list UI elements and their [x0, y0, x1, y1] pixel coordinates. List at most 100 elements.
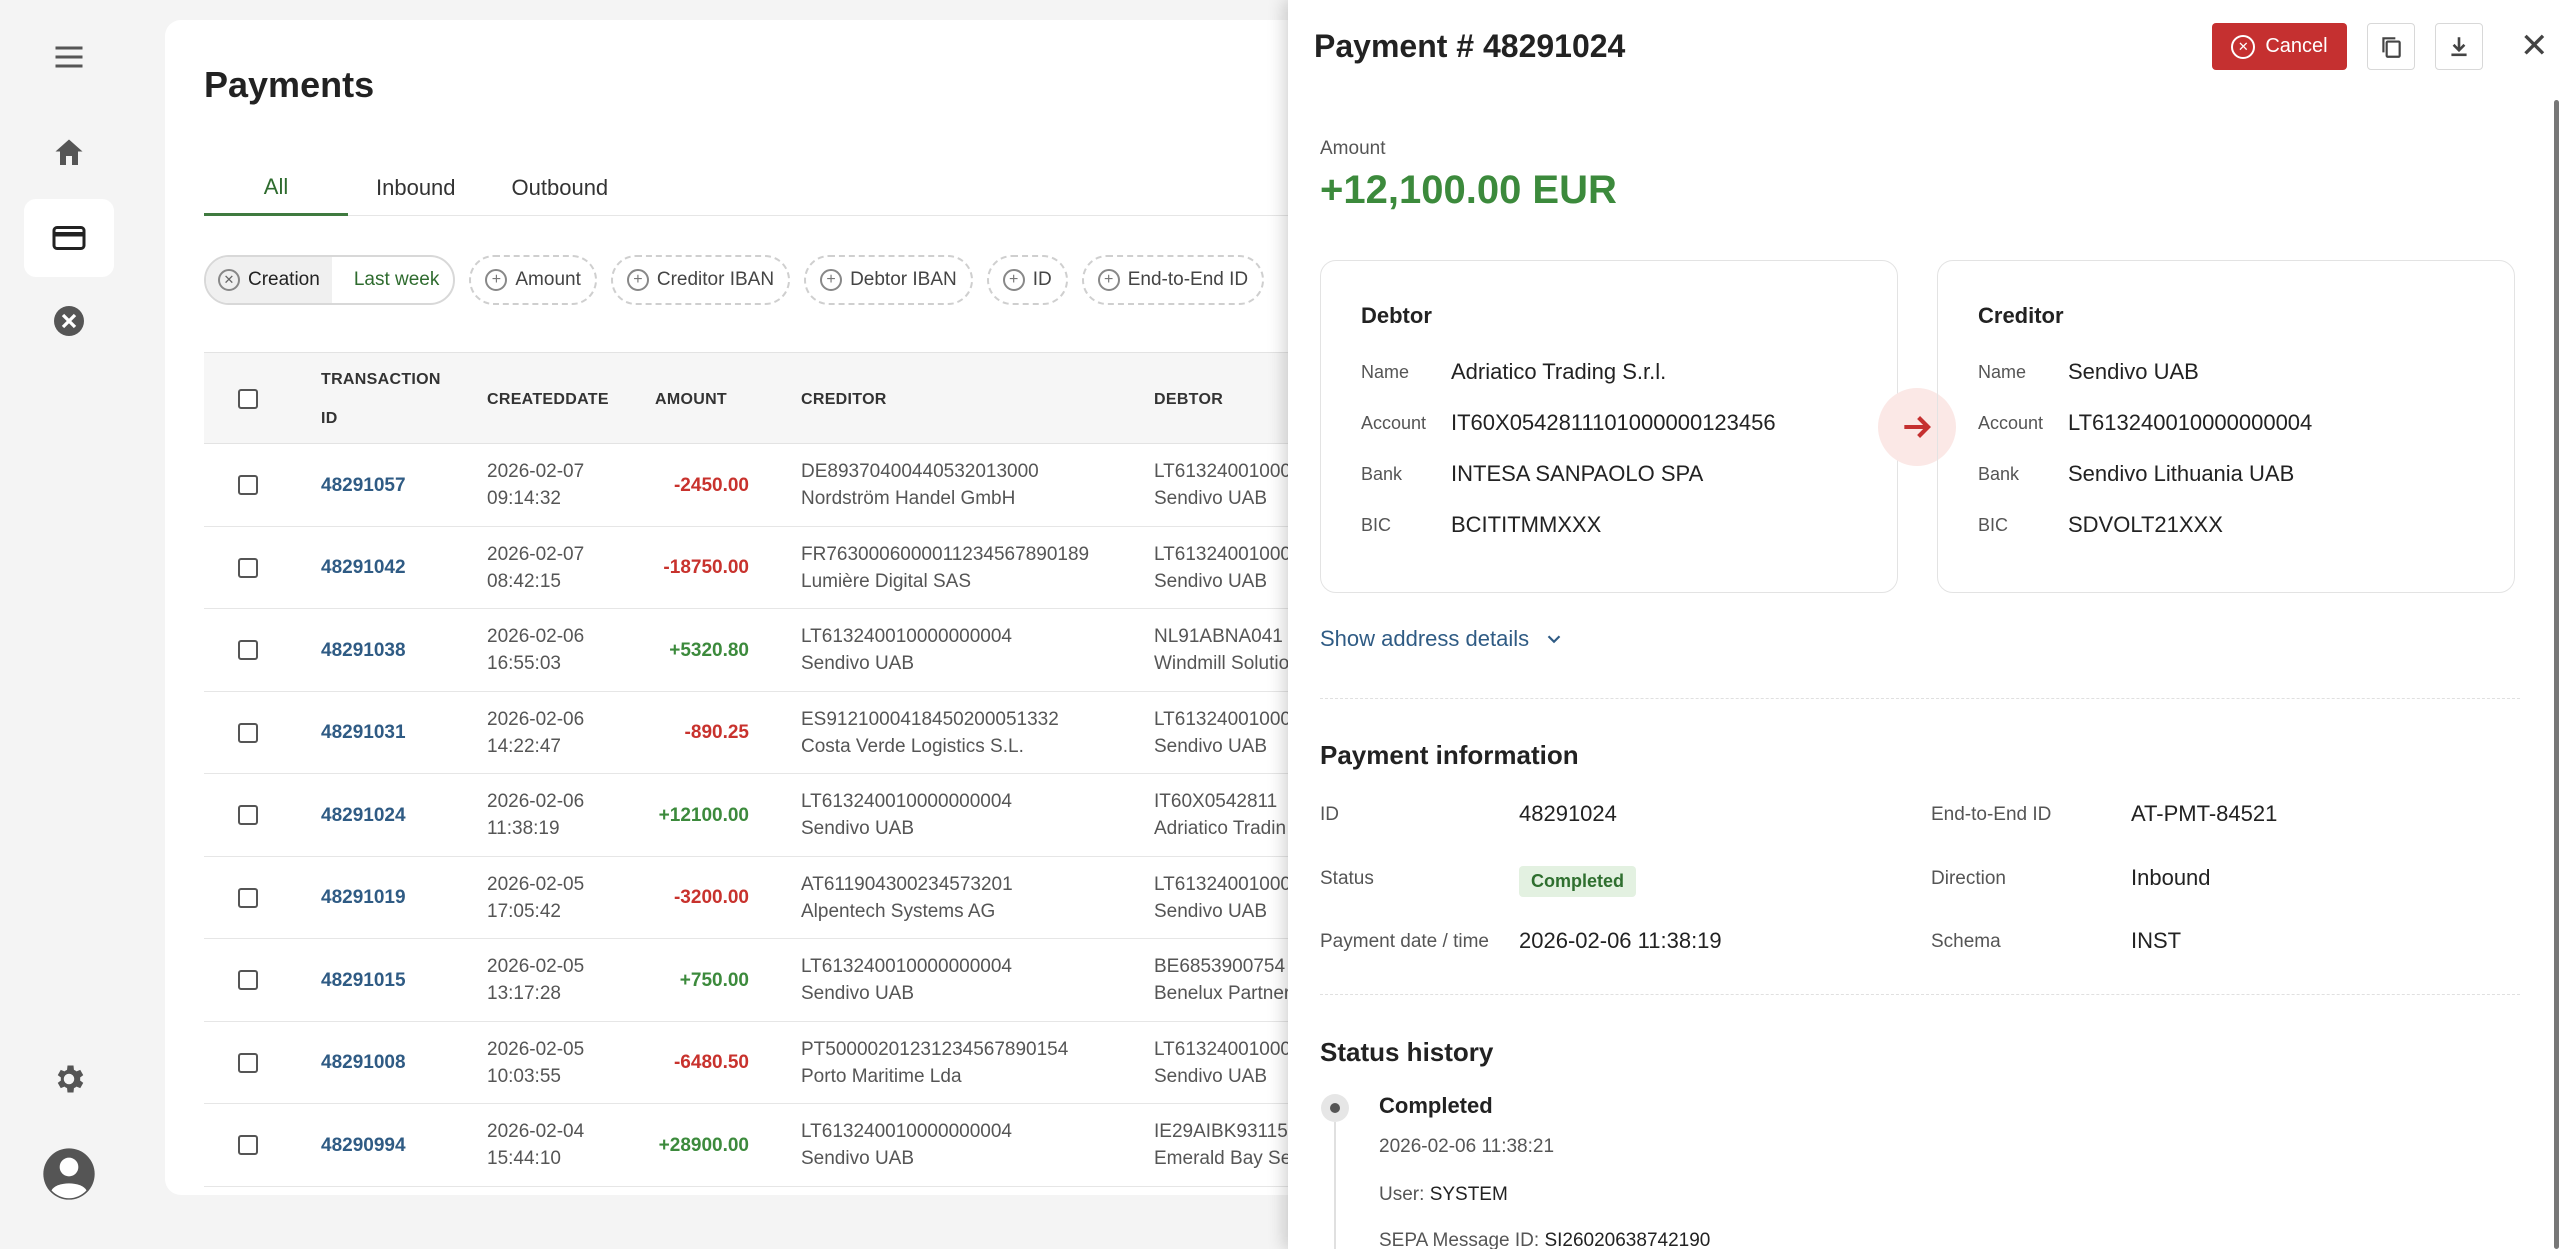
transaction-id-link[interactable]: 48291015	[321, 939, 406, 1021]
row-checkbox[interactable]	[238, 1135, 258, 1155]
debtor-account: IT60X0542811101000000123456	[1451, 410, 1776, 435]
remove-filter-icon[interactable]: ✕	[218, 269, 240, 291]
col-debtor[interactable]: DEBTOR	[1154, 353, 1223, 445]
table-row[interactable]: 48291008 2026-02-05 10:03:55 -6480.50 PT5000…	[204, 1022, 1365, 1104]
transaction-id-link[interactable]: 48291019	[321, 857, 406, 939]
page-title: Payments	[204, 64, 375, 105]
amount-cell: +28900.00	[658, 1134, 749, 1156]
payments-card: Payments All Inbound Outbound ✕ Creation …	[165, 20, 1365, 1195]
add-filter-debtor-iban[interactable]: + Debtor IBAN	[804, 255, 973, 305]
history-status: Completed	[1379, 1093, 1493, 1118]
home-icon[interactable]	[24, 114, 114, 192]
transaction-id-link[interactable]: 48291042	[321, 527, 406, 609]
table-row[interactable]: 48291024 2026-02-06 11:38:19 +12100.00 LT613…	[204, 774, 1365, 857]
transaction-id-link[interactable]: 48291057	[321, 444, 406, 526]
end-to-end-id: AT-PMT-84521	[2131, 801, 2278, 826]
row-checkbox[interactable]	[238, 722, 258, 743]
transaction-id-link[interactable]: 48291024	[321, 774, 406, 856]
debtor-cell: NL91ABNA041 Windmill Solutio	[1154, 626, 1290, 674]
plus-icon: +	[485, 269, 508, 291]
col-amount[interactable]: AMOUNT	[655, 353, 727, 445]
download-icon	[2451, 36, 2467, 56]
download-button[interactable]	[2435, 23, 2483, 70]
filter-bar: ✕ Creation Last week + Amount + Creditor IB…	[204, 255, 1265, 305]
plus-icon: +	[1097, 269, 1120, 291]
table-row[interactable]: 48290994 2026-02-04 15:44:10 +28900.00 LT613…	[204, 1104, 1365, 1187]
debtor-cell: LT61324001000 Sendivo UAB	[1154, 1038, 1291, 1087]
debtor-name: Adriatico Trading S.r.l.	[1451, 359, 1667, 384]
col-transaction-id[interactable]: TRANSACTION ID	[321, 353, 441, 445]
credit-card-icon[interactable]	[24, 199, 114, 277]
add-filter-creditor-iban[interactable]: + Creditor IBAN	[610, 255, 791, 305]
transaction-id-link[interactable]: 48290994	[321, 1104, 406, 1186]
gear-icon[interactable]	[24, 1040, 114, 1118]
copy-button[interactable]	[2367, 23, 2415, 70]
row-checkbox[interactable]	[238, 640, 258, 660]
transaction-id-link[interactable]: 48291038	[321, 609, 406, 691]
payment-detail-panel: Payment # 48291024 ✕ Cancel ✕ Amount +12…	[1288, 0, 2560, 1249]
history-sepa-id: SEPA Message ID: SI26020638742190	[1379, 1230, 1711, 1249]
close-icon[interactable]: ✕	[2520, 28, 2549, 64]
debtor-cell: BE6853900754 Benelux Partner	[1154, 956, 1291, 1004]
creditor-cell: PT50000201231234567890154 Porto Maritime …	[801, 1038, 1069, 1087]
panel-title: Payment # 48291024	[1314, 28, 1626, 64]
status-history-title: Status history	[1320, 1037, 1494, 1067]
cancel-circle-icon[interactable]	[24, 282, 114, 360]
amount-label: Amount	[1320, 138, 1386, 159]
select-all-checkbox[interactable]	[238, 389, 258, 409]
amount-cell: +12100.00	[658, 804, 749, 826]
divider	[1320, 994, 2520, 995]
transaction-id-link[interactable]: 48291031	[321, 692, 406, 774]
col-creditor[interactable]: CREDITOR	[801, 353, 887, 445]
table-row[interactable]: 48291031 2026-02-06 14:22:47 -890.25 ES91210…	[204, 692, 1365, 774]
divider	[1320, 698, 2520, 699]
payment-id: 48291024	[1519, 801, 1617, 826]
timeline-line	[1334, 1122, 1336, 1249]
creditor-title: Creditor	[1978, 303, 2064, 328]
plus-icon: +	[626, 269, 649, 291]
tab-bar: All Inbound Outbound	[204, 160, 1365, 216]
tab-inbound[interactable]: Inbound	[348, 160, 484, 216]
table-row[interactable]: 48291057 2026-02-07 09:14:32 -2450.00 DE8937…	[204, 444, 1365, 527]
scrollbar[interactable]	[2554, 100, 2559, 1249]
show-address-details-link[interactable]: Show address details	[1320, 626, 1565, 652]
debtor-title: Debtor	[1361, 303, 1432, 328]
cancel-circle-icon: ✕	[2231, 34, 2256, 59]
schema-value: INST	[2131, 928, 2182, 953]
add-filter-e2e-id[interactable]: + End-to-End ID	[1081, 255, 1265, 305]
created-date-cell: 2026-02-05 17:05:42	[487, 873, 585, 922]
table-row[interactable]: 48291038 2026-02-06 16:55:03 +5320.80 LT6132…	[204, 609, 1365, 692]
tab-all[interactable]: All	[204, 160, 348, 216]
tab-outbound[interactable]: Outbound	[484, 160, 637, 216]
chevron-down-icon	[1547, 635, 1561, 644]
table-row[interactable]: 48291019 2026-02-05 17:05:42 -3200.00 AT6119…	[204, 857, 1365, 939]
row-checkbox[interactable]	[238, 805, 258, 825]
debtor-cell: LT61324001000 Sendivo UAB	[1154, 461, 1291, 509]
col-created-date[interactable]: CREATEDDATE	[487, 353, 609, 445]
transaction-id-link[interactable]: 48291008	[321, 1022, 406, 1104]
amount-cell: -3200.00	[673, 887, 749, 908]
row-checkbox[interactable]	[238, 1052, 258, 1073]
cancel-payment-button[interactable]: ✕ Cancel	[2212, 23, 2347, 70]
direction-value: Inbound	[2131, 865, 2211, 890]
add-filter-amount[interactable]: + Amount	[469, 255, 597, 305]
copy-icon	[2382, 36, 2401, 58]
history-user: User: SYSTEM	[1379, 1184, 1508, 1205]
amount-cell: +750.00	[679, 969, 749, 991]
row-checkbox[interactable]	[238, 970, 258, 990]
amount-cell: -2450.00	[673, 474, 749, 496]
add-filter-id[interactable]: + ID	[986, 255, 1068, 305]
creditor-bank: Sendivo Lithuania UAB	[2068, 461, 2295, 486]
table-row[interactable]: 48291015 2026-02-05 13:17:28 +750.00 LT61324…	[204, 939, 1365, 1022]
sidebar	[0, 0, 138, 1249]
menu-icon[interactable]	[24, 18, 114, 96]
created-date-cell: 2026-02-07 09:14:32	[487, 461, 585, 509]
row-checkbox[interactable]	[238, 475, 258, 495]
user-avatar-icon[interactable]	[24, 1135, 114, 1213]
row-checkbox[interactable]	[238, 887, 258, 908]
table-row[interactable]: 48291042 2026-02-07 08:42:15 -18750.00 FR763…	[204, 527, 1365, 609]
creditor-name: Sendivo UAB	[2068, 359, 2199, 384]
filter-creation[interactable]: ✕ Creation Last week	[204, 255, 456, 305]
row-checkbox[interactable]	[238, 557, 258, 578]
creditor-cell: LT613240010000000004 Sendivo UAB	[801, 626, 1012, 674]
